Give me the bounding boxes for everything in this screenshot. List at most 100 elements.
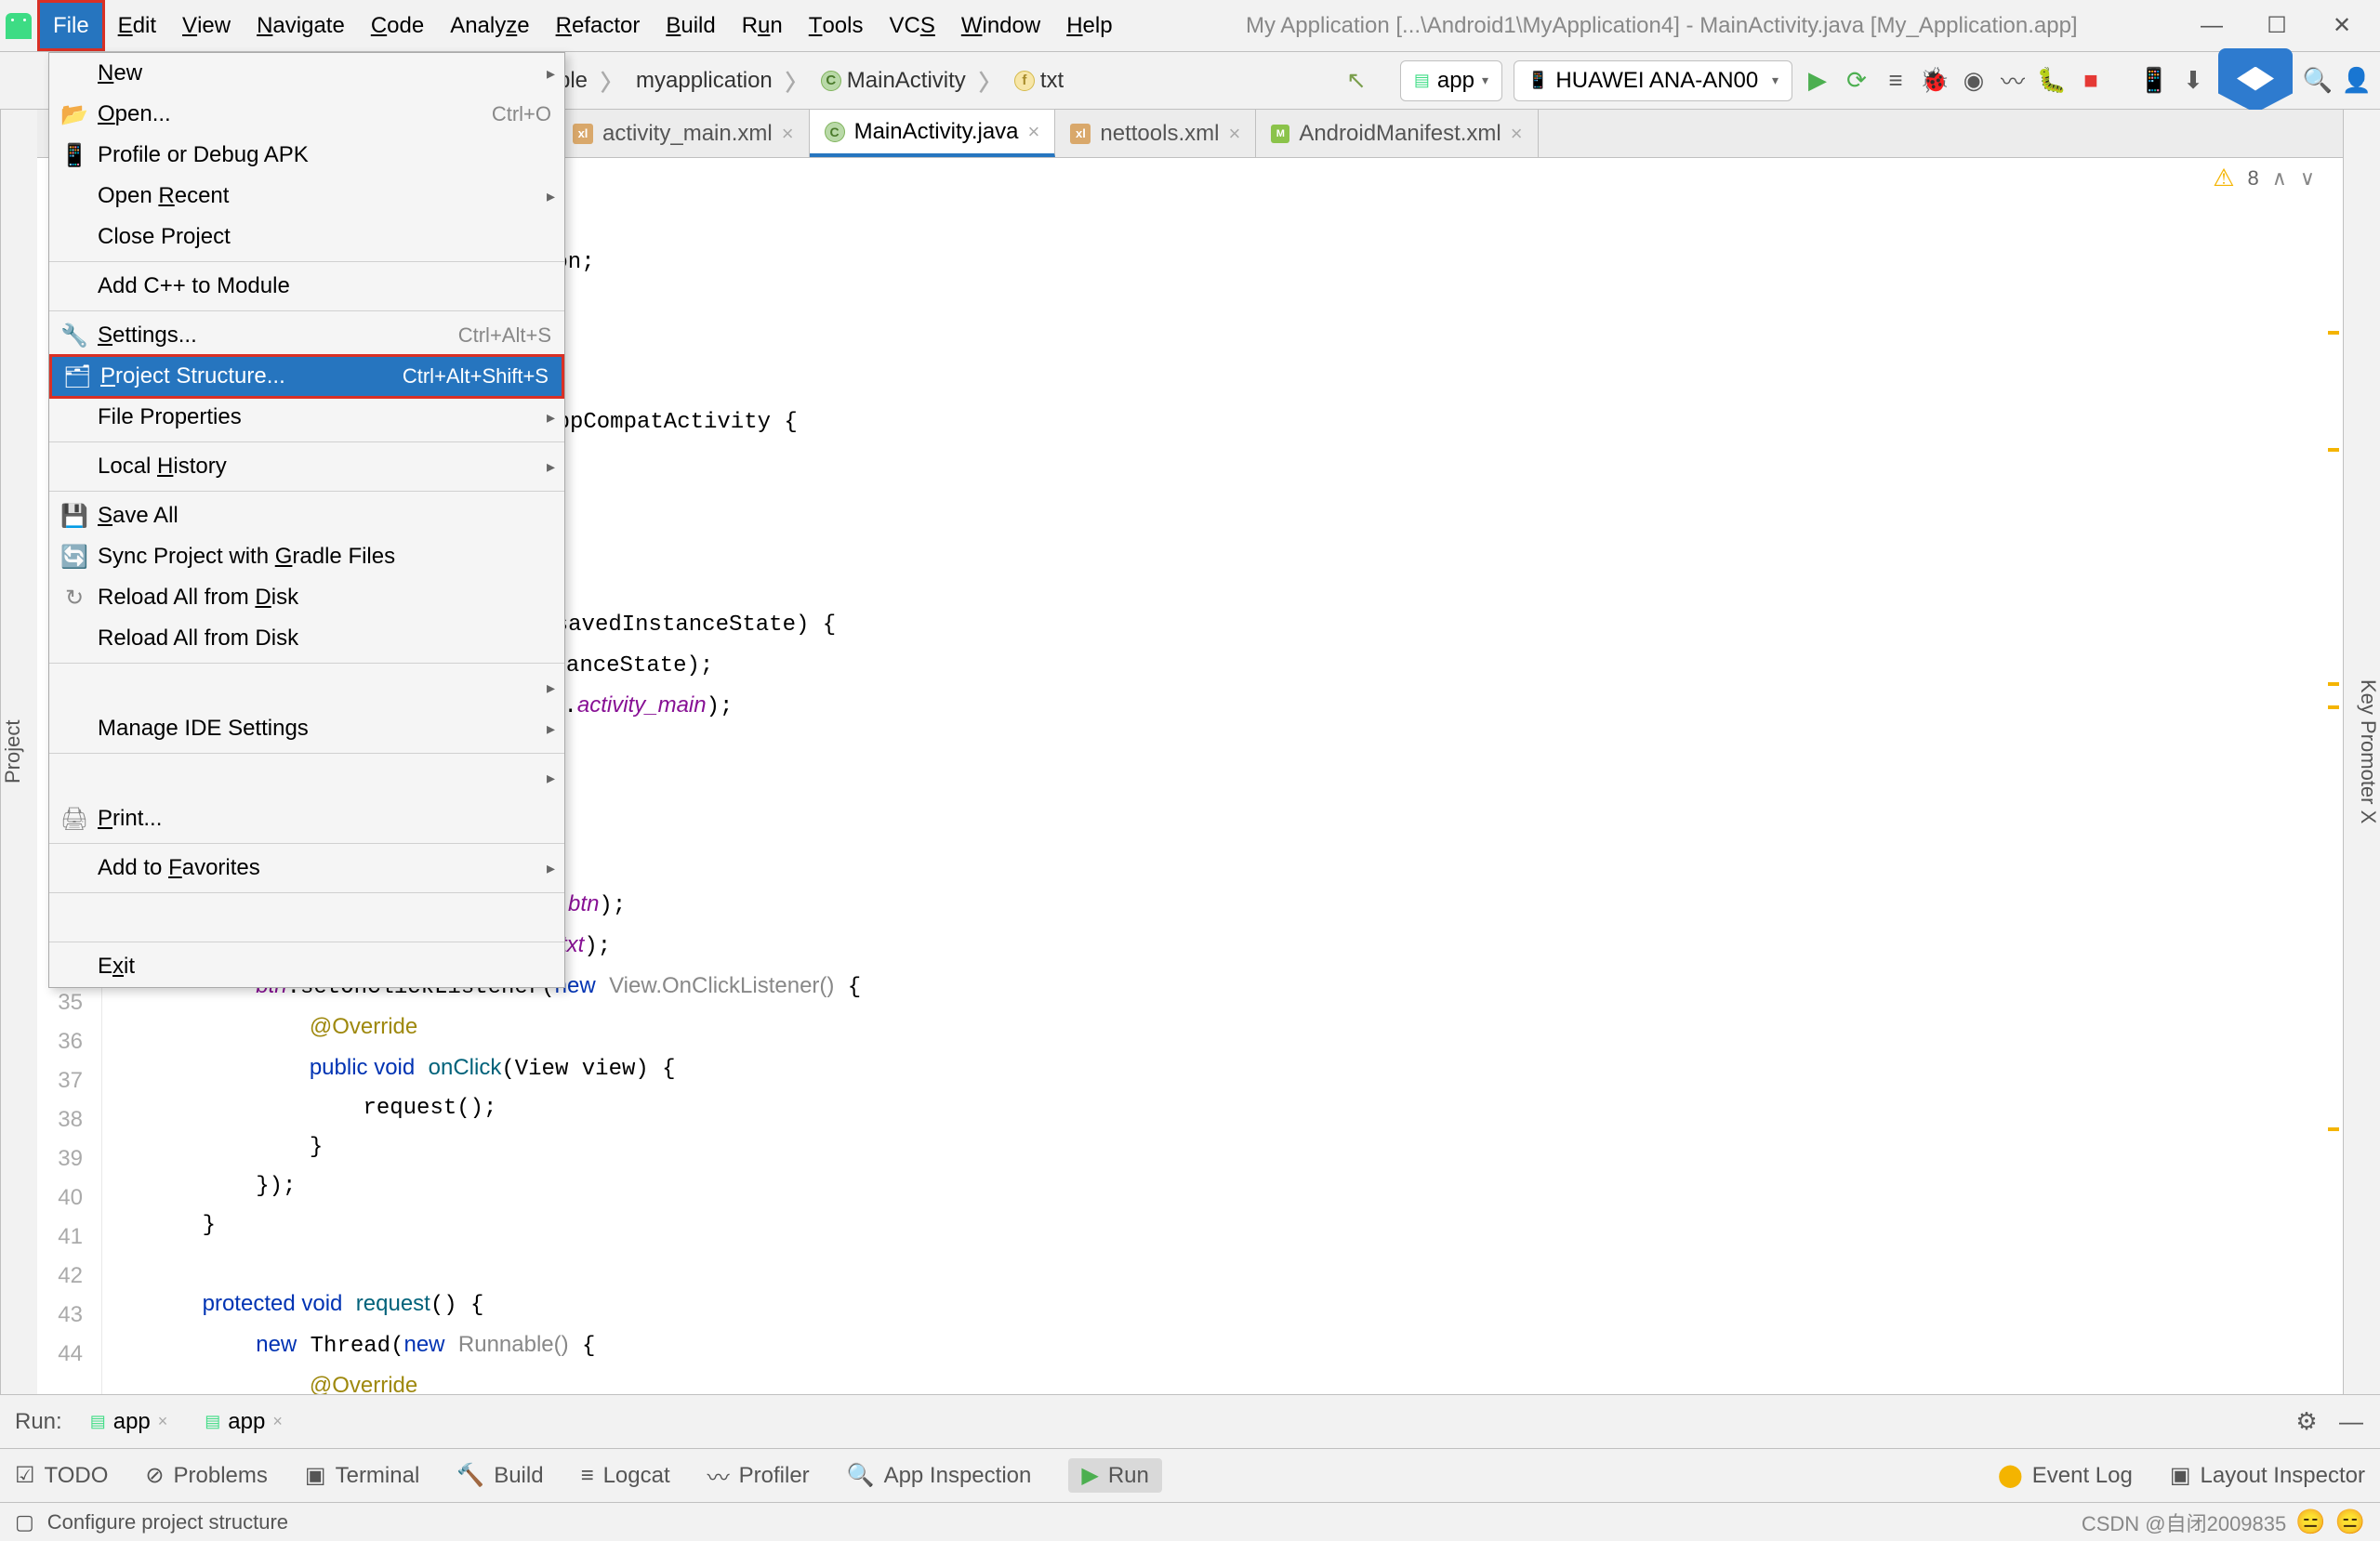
- run-tab-app-1[interactable]: ▤app×: [81, 1405, 178, 1439]
- tool-tab-event-log[interactable]: ⬤Event Log: [1998, 1462, 2133, 1489]
- menu-navigate[interactable]: Navigate: [244, 0, 358, 51]
- tab-nettools-xml[interactable]: xlnettools.xml×: [1055, 110, 1256, 157]
- rail-project[interactable]: Project: [1, 720, 25, 784]
- close-icon[interactable]: ×: [782, 122, 794, 146]
- xml-icon: xl: [1070, 124, 1091, 144]
- sdk-manager-icon[interactable]: ⬇: [2179, 67, 2207, 95]
- menu-tools[interactable]: Tools: [796, 0, 877, 51]
- apply-changes-icon[interactable]: ⟳: [1843, 67, 1871, 95]
- rail-key-promoter-x[interactable]: Key Promoter X: [2356, 679, 2380, 823]
- close-icon[interactable]: ×: [272, 1412, 283, 1431]
- menu-item-print[interactable]: 🖨Print...: [49, 798, 564, 839]
- close-icon[interactable]: ×: [1511, 122, 1523, 146]
- menu-item-new[interactable]: New▸: [49, 53, 564, 94]
- menu-edit[interactable]: Edit: [105, 0, 169, 51]
- run-config-combo[interactable]: ▤ app ▾: [1400, 60, 1502, 101]
- coverage-icon[interactable]: ◉: [1960, 67, 1988, 95]
- menu-analyze[interactable]: Analyze: [437, 0, 542, 51]
- menu-item-file-properties[interactable]: File Properties▸: [49, 397, 564, 438]
- editor-inspection-widget[interactable]: ⚠ 8 ∧ ∨: [2213, 164, 2315, 192]
- right-tool-window-bar: Key Promoter X Gradle Emulator Device Fi…: [2343, 110, 2380, 1394]
- tool-tab-problems[interactable]: ⊘Problems: [145, 1462, 267, 1489]
- tool-tab-layout-inspector[interactable]: ▣Layout Inspector: [2170, 1462, 2365, 1489]
- breadcrumb-item[interactable]: CMainActivity: [812, 64, 975, 98]
- menu-item-save-all[interactable]: 💾Save All: [49, 495, 564, 536]
- status-square-icon[interactable]: ▢: [15, 1510, 34, 1534]
- tool-tab-run[interactable]: ▶Run: [1068, 1458, 1162, 1493]
- file-menu-dropdown: New▸ 📂Open...Ctrl+O 📱Profile or Debug AP…: [48, 52, 565, 988]
- tool-tab-logcat[interactable]: ≡Logcat: [581, 1463, 670, 1489]
- run-config-label: app: [1437, 68, 1474, 94]
- window-title: My Application [...\Android1\MyApplicati…: [1126, 13, 2198, 39]
- close-button[interactable]: ✕: [2328, 12, 2356, 40]
- run-tab-app-2[interactable]: ▤app×: [195, 1405, 292, 1439]
- menu-bar: File Edit View Navigate Code Analyze Ref…: [0, 0, 2380, 52]
- menu-item-export[interactable]: ▸: [49, 757, 564, 798]
- close-icon[interactable]: ×: [1228, 122, 1240, 146]
- menu-help[interactable]: Help: [1053, 0, 1125, 51]
- back-arrow-icon[interactable]: ↖: [1342, 67, 1370, 95]
- stop-icon[interactable]: ■: [2077, 67, 2105, 95]
- minimize-button[interactable]: —: [2198, 12, 2226, 40]
- menu-item-add-cpp[interactable]: Add C++ to Module: [49, 266, 564, 307]
- tab-activity-main-xml[interactable]: xlactivity_main.xml×: [558, 110, 810, 157]
- status-bar: ▢ Configure project structure CSDN @自闭20…: [0, 1502, 2380, 1541]
- left-tool-window-bar: Project Resource Manager Structure Favor…: [0, 110, 37, 1394]
- error-stripe[interactable]: [2328, 214, 2339, 1385]
- menu-item-power-save[interactable]: [49, 897, 564, 938]
- menu-file[interactable]: File: [37, 0, 105, 51]
- menu-item-close-project[interactable]: Close Project: [49, 217, 564, 257]
- avd-manager-icon[interactable]: 📱: [2140, 67, 2168, 95]
- menu-vcs[interactable]: VCS: [876, 0, 947, 51]
- settings-icon[interactable]: ⚙: [2293, 1408, 2320, 1436]
- tab-mainactivity-java[interactable]: CMainActivity.java×: [810, 110, 1056, 157]
- menu-run[interactable]: Run: [729, 0, 796, 51]
- menu-item-settings[interactable]: 🔧Settings...Ctrl+Alt+S: [49, 315, 564, 356]
- menu-item-sync-gradle[interactable]: 🔄Sync Project with Gradle Files: [49, 536, 564, 577]
- prev-highlight-icon[interactable]: ∧: [2272, 166, 2287, 191]
- menu-item-reload-disk[interactable]: ↻Reload All from Disk: [49, 577, 564, 618]
- tool-tab-app-inspection[interactable]: 🔍App Inspection: [847, 1462, 1032, 1489]
- menu-item-open[interactable]: 📂Open...Ctrl+O: [49, 94, 564, 135]
- java-class-icon: C: [825, 122, 845, 142]
- menu-item-add-favorites[interactable]: Add to Favorites▸: [49, 848, 564, 889]
- apply-code-changes-icon[interactable]: ≡: [1882, 67, 1910, 95]
- menu-code[interactable]: Code: [358, 0, 437, 51]
- minimize-panel-icon[interactable]: —: [2337, 1408, 2365, 1436]
- tab-androidmanifest-xml[interactable]: MAndroidManifest.xml×: [1256, 110, 1538, 157]
- menu-build[interactable]: Build: [653, 0, 728, 51]
- next-highlight-icon[interactable]: ∨: [2300, 166, 2315, 191]
- device-combo[interactable]: 📱 HUAWEI ANA-AN00 ▾: [1514, 60, 1792, 101]
- xml-icon: xl: [573, 124, 593, 144]
- search-icon[interactable]: 🔍: [2304, 67, 2332, 95]
- menu-item-open-recent[interactable]: Open Recent▸: [49, 176, 564, 217]
- toolbar-right: ↖ ▤ app ▾ 📱 HUAWEI ANA-AN00 ▾ ▶ ⟳ ≡ 🐞 ◉ …: [1342, 48, 2371, 113]
- breadcrumb-item[interactable]: myapplication: [627, 64, 782, 98]
- status-message: Configure project structure: [47, 1510, 288, 1534]
- menu-item-new-projects-settings[interactable]: Manage IDE Settings▸: [49, 708, 564, 749]
- debug-icon[interactable]: 🐞: [1921, 67, 1949, 95]
- menu-item-profile-apk[interactable]: 📱Profile or Debug APK: [49, 135, 564, 176]
- android-logo-icon: [6, 13, 32, 39]
- breadcrumb-item[interactable]: ftxt: [1005, 64, 1073, 98]
- app-logo-icon: [2218, 48, 2293, 113]
- close-icon[interactable]: ×: [158, 1412, 168, 1431]
- attach-debugger-icon[interactable]: 🐛: [2038, 67, 2066, 95]
- warning-count: 8: [2248, 166, 2259, 191]
- menu-item-invalidate-caches[interactable]: Reload All from Disk: [49, 618, 564, 659]
- menu-refactor[interactable]: Refactor: [543, 0, 654, 51]
- profiler-icon[interactable]: 〰: [1999, 67, 2027, 95]
- menu-view[interactable]: View: [169, 0, 244, 51]
- maximize-button[interactable]: ☐: [2263, 12, 2291, 40]
- menu-item-local-history[interactable]: Local History▸: [49, 446, 564, 487]
- tool-tab-todo[interactable]: ☑TODO: [15, 1462, 108, 1489]
- user-icon[interactable]: 👤: [2343, 67, 2371, 95]
- menu-item-exit[interactable]: Exit: [49, 946, 564, 987]
- menu-item-manage-ide-settings[interactable]: ▸: [49, 667, 564, 708]
- run-icon[interactable]: ▶: [1804, 67, 1831, 95]
- tool-tab-build[interactable]: 🔨Build: [456, 1462, 543, 1489]
- close-icon[interactable]: ×: [1028, 120, 1040, 144]
- menu-window[interactable]: Window: [948, 0, 1053, 51]
- tool-tab-terminal[interactable]: ▣Terminal: [305, 1462, 419, 1489]
- menu-item-project-structure[interactable]: 🗂Project Structure...Ctrl+Alt+Shift+S: [49, 354, 564, 399]
